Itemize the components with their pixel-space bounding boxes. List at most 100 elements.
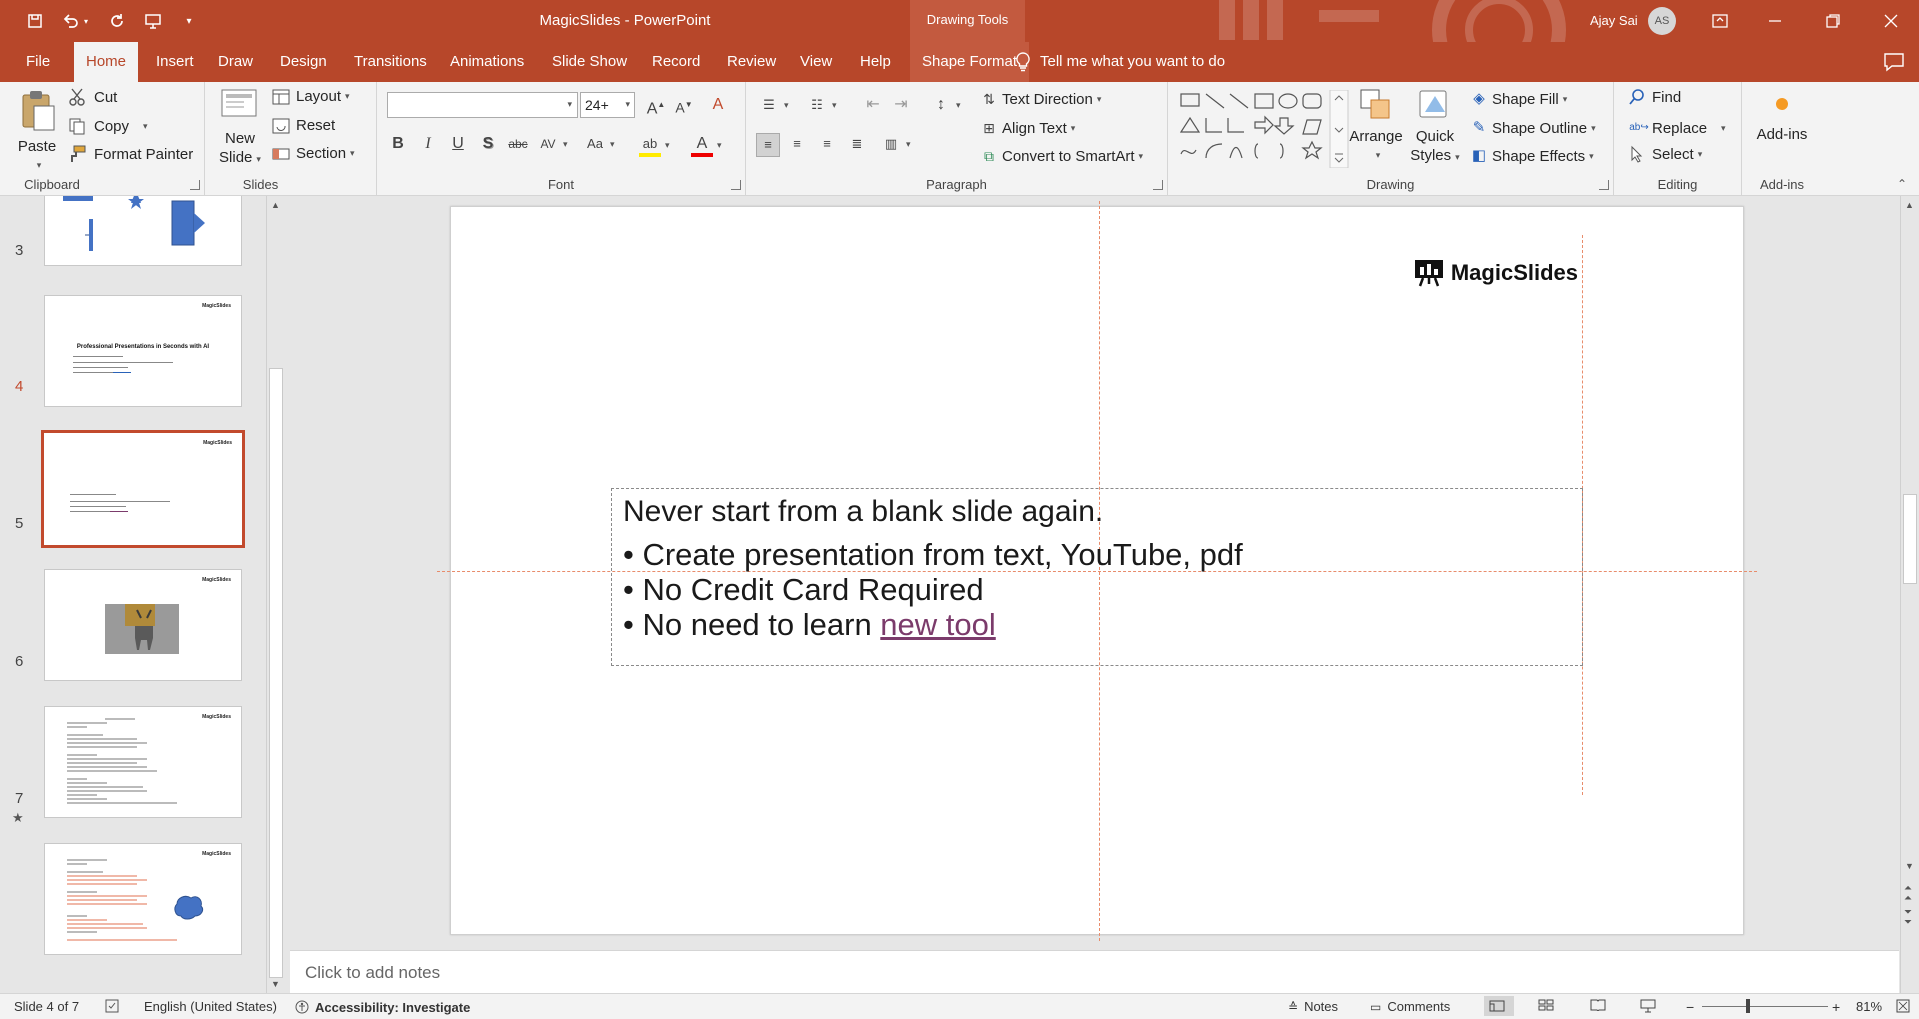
shapes-gallery[interactable]: [1178, 90, 1350, 168]
zoom-slider-thumb[interactable]: [1746, 999, 1750, 1013]
increase-indent-button[interactable]: ⇥: [890, 94, 912, 116]
ribbon-display-options-icon[interactable]: [1700, 6, 1740, 36]
arrange-button[interactable]: Arrange ▾: [1346, 88, 1406, 165]
slide-thumbnail-6[interactable]: MagicSlides: [44, 706, 242, 818]
decrease-indent-button[interactable]: ⇤: [862, 94, 884, 116]
section-button[interactable]: Section ▾: [272, 145, 355, 162]
tab-insert[interactable]: Insert: [144, 42, 206, 82]
previous-slide-icon[interactable]: ⏶ ⏶: [1904, 884, 1912, 904]
italic-button[interactable]: I: [417, 133, 439, 155]
new-tool-link[interactable]: new tool: [880, 607, 995, 642]
slide-thumbnail-4[interactable]: MagicSlides: [41, 430, 245, 548]
decrease-font-size-button[interactable]: A▼: [673, 94, 695, 116]
magicslides-logo[interactable]: MagicSlides: [1414, 259, 1578, 287]
scroll-down-icon[interactable]: ▼: [1905, 861, 1914, 871]
tab-design[interactable]: Design: [268, 42, 339, 82]
close-icon[interactable]: [1871, 6, 1911, 36]
new-slide-button[interactable]: New Slide ▾: [215, 88, 265, 169]
text-direction-button[interactable]: ⇅ Text Direction ▾: [978, 88, 1101, 110]
zoom-in-icon[interactable]: +: [1832, 999, 1840, 1015]
format-painter-button[interactable]: Format Painter: [68, 145, 193, 163]
restore-icon[interactable]: [1813, 6, 1853, 36]
tab-record[interactable]: Record: [640, 42, 712, 82]
notes-toggle[interactable]: ≙ Notes: [1288, 999, 1338, 1014]
strikethrough-button[interactable]: abc: [507, 133, 529, 155]
layout-button[interactable]: Layout ▾: [272, 88, 350, 105]
tell-me-search[interactable]: Tell me what you want to do: [1016, 42, 1225, 82]
paragraph-dialog-launcher-icon[interactable]: [1153, 180, 1163, 190]
bullet-item-3[interactable]: • No need to learn new tool: [623, 607, 996, 643]
slide-heading[interactable]: Never start from a blank slide again.: [623, 495, 1103, 529]
highlight-button[interactable]: ab ▾: [639, 133, 670, 157]
select-button[interactable]: Select ▾: [1628, 145, 1702, 163]
change-case-button[interactable]: Aa ▾: [584, 133, 614, 155]
character-spacing-button[interactable]: AV ▾: [537, 133, 567, 155]
columns-button[interactable]: ▥ ▾: [880, 133, 911, 155]
quick-styles-button[interactable]: Quick Styles ▾: [1408, 88, 1462, 167]
tab-review[interactable]: Review: [715, 42, 788, 82]
shape-fill-button[interactable]: ◈ Shape Fill ▾: [1468, 88, 1567, 110]
avatar[interactable]: AS: [1648, 7, 1676, 35]
tab-animations[interactable]: Animations: [438, 42, 536, 82]
find-button[interactable]: Find: [1628, 88, 1681, 106]
slide-thumbnail-5[interactable]: MagicSlides: [44, 569, 242, 681]
tab-draw[interactable]: Draw: [206, 42, 265, 82]
scroll-up-icon[interactable]: ▲: [271, 200, 280, 210]
font-size-input[interactable]: 24+ ▾: [580, 92, 635, 118]
comment-icon[interactable]: [1883, 52, 1905, 72]
font-size-dropdown-icon[interactable]: ▾: [625, 99, 630, 110]
reset-button[interactable]: Reset: [272, 117, 335, 134]
language-indicator[interactable]: English (United States): [144, 999, 277, 1014]
zoom-out-icon[interactable]: −: [1686, 999, 1694, 1015]
slideshow-view-icon[interactable]: [1640, 999, 1661, 1013]
scroll-down-icon[interactable]: ▼: [271, 979, 280, 989]
tab-help[interactable]: Help: [848, 42, 903, 82]
tab-shape-format[interactable]: Shape Format: [910, 42, 1030, 82]
reading-view-icon[interactable]: [1590, 999, 1611, 1011]
increase-font-size-button[interactable]: A▲: [645, 94, 667, 117]
notes-pane[interactable]: Click to add notes: [290, 950, 1899, 993]
slide-counter[interactable]: Slide 4 of 7: [14, 999, 79, 1014]
content-textbox[interactable]: Never start from a blank slide again. • …: [611, 488, 1583, 666]
numbering-button[interactable]: ☷ ▾: [806, 94, 836, 116]
cut-button[interactable]: Cut: [68, 88, 117, 106]
paste-button[interactable]: Paste ▾: [12, 88, 62, 175]
zoom-level[interactable]: 81%: [1856, 999, 1882, 1014]
copy-button[interactable]: Copy ▾: [68, 117, 148, 135]
line-spacing-button[interactable]: ↕ ▾: [930, 94, 961, 116]
slide-thumbnail-7[interactable]: MagicSlides: [44, 843, 242, 955]
bold-button[interactable]: B: [387, 133, 409, 155]
align-left-button[interactable]: ≡: [756, 133, 780, 157]
slide-thumbnail-2[interactable]: [44, 196, 242, 266]
zoom-slider[interactable]: [1702, 1006, 1828, 1007]
font-dialog-launcher-icon[interactable]: [731, 180, 741, 190]
minimize-icon[interactable]: [1755, 6, 1795, 36]
slide-scrollbar[interactable]: ▲ ▼ ⏶ ⏶ ⏷ ⏷: [1900, 196, 1919, 993]
next-slide-icon[interactable]: ⏷ ⏷: [1904, 908, 1912, 928]
accessibility-checker[interactable]: Accessibility: Investigate: [294, 999, 470, 1015]
font-name-input[interactable]: ▾: [387, 92, 578, 118]
tab-slide-show[interactable]: Slide Show: [540, 42, 639, 82]
slide-scroll-thumb[interactable]: [1903, 494, 1917, 584]
spelling-check-icon[interactable]: [105, 999, 126, 1013]
scroll-up-icon[interactable]: ▲: [1905, 200, 1914, 210]
bullet-item-1[interactable]: • Create presentation from text, YouTube…: [623, 537, 1243, 573]
tab-home[interactable]: Home: [74, 42, 139, 82]
slide-thumbnail-3[interactable]: MagicSlides Professional Presentations i…: [44, 295, 242, 407]
tab-view[interactable]: View: [788, 42, 844, 82]
underline-button[interactable]: U: [447, 133, 469, 155]
text-shadow-button[interactable]: S: [477, 133, 499, 155]
clear-formatting-button[interactable]: A: [707, 94, 729, 116]
convert-to-smartart-button[interactable]: ⧉ Convert to SmartArt ▾: [978, 145, 1143, 167]
comments-toggle[interactable]: ▭ Comments: [1370, 999, 1450, 1014]
shape-outline-button[interactable]: ✎ Shape Outline ▾: [1468, 117, 1596, 139]
align-right-button[interactable]: ≡: [816, 133, 838, 155]
normal-view-icon[interactable]: [1484, 996, 1514, 1016]
drawing-dialog-launcher-icon[interactable]: [1599, 180, 1609, 190]
slide-sorter-view-icon[interactable]: [1538, 999, 1559, 1011]
replace-button[interactable]: ab↪ Replace ▾: [1628, 117, 1725, 139]
bullets-button[interactable]: ☰ ▾: [758, 94, 788, 116]
justify-button[interactable]: ≣: [846, 133, 868, 155]
tab-file[interactable]: File: [14, 42, 62, 82]
thumbnail-scrollbar[interactable]: ▲ ▼: [266, 196, 286, 993]
